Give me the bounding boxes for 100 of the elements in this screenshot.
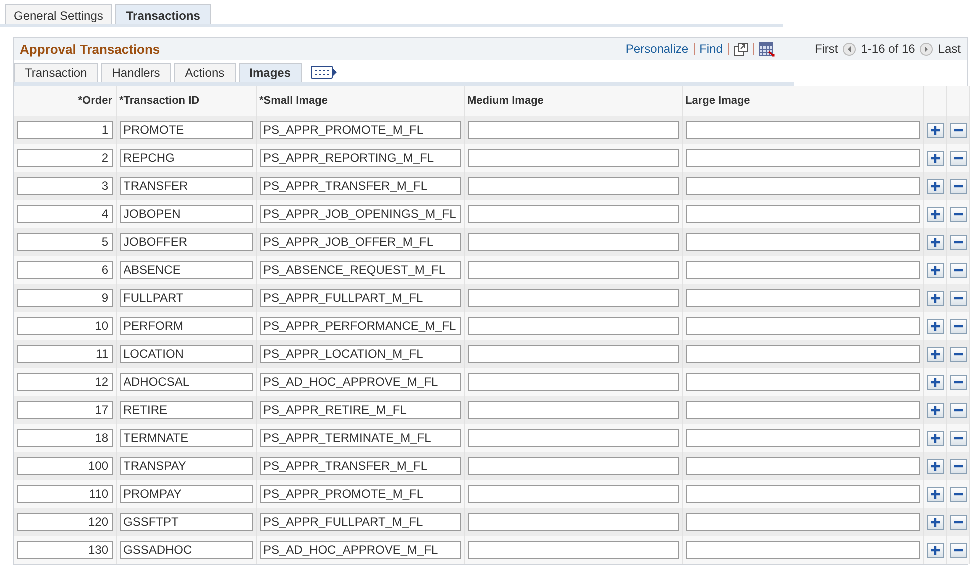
delete-row-button[interactable] — [950, 430, 966, 446]
next-icon[interactable] — [920, 42, 934, 56]
order-field[interactable]: 6 — [17, 261, 112, 279]
large-image-field[interactable] — [686, 485, 920, 503]
page-tab[interactable]: General Settings — [5, 4, 112, 24]
grid-tab[interactable]: Transaction — [14, 63, 98, 82]
transaction-id-field[interactable]: FULLPART — [120, 289, 252, 307]
add-row-button[interactable] — [926, 458, 944, 474]
small-image-field[interactable]: PS_APPR_RETIRE_M_FL — [260, 401, 460, 419]
medium-image-field[interactable] — [468, 205, 678, 223]
order-field[interactable]: 2 — [17, 149, 112, 167]
order-field[interactable]: 5 — [17, 233, 112, 251]
add-row-button[interactable] — [926, 486, 944, 502]
order-field[interactable]: 1 — [17, 121, 112, 139]
large-image-field[interactable] — [686, 261, 920, 279]
add-row-button[interactable] — [926, 374, 944, 390]
order-field[interactable]: 11 — [17, 345, 112, 363]
add-row-button[interactable] — [926, 234, 944, 250]
small-image-field[interactable]: PS_ABSENCE_REQUEST_M_FL — [260, 261, 460, 279]
medium-image-field[interactable] — [468, 457, 678, 475]
delete-row-button[interactable] — [950, 458, 966, 474]
delete-row-button[interactable] — [950, 402, 966, 418]
small-image-field[interactable]: PS_APPR_TERMINATE_M_FL — [260, 429, 460, 447]
small-image-field[interactable]: PS_AD_HOC_APPROVE_M_FL — [260, 373, 460, 391]
large-image-field[interactable] — [686, 429, 920, 447]
order-field[interactable]: 10 — [17, 317, 112, 335]
medium-image-field[interactable] — [468, 121, 678, 139]
previous-icon[interactable] — [843, 42, 856, 56]
transaction-id-field[interactable]: JOBOPEN — [120, 205, 252, 223]
small-image-field[interactable]: PS_APPR_REPORTING_M_FL — [260, 149, 460, 167]
transaction-id-field[interactable]: PROMOTE — [120, 121, 252, 139]
small-image-field[interactable]: PS_APPR_FULLPART_M_FL — [260, 289, 460, 307]
last-link[interactable]: Last — [938, 42, 961, 56]
large-image-field[interactable] — [686, 541, 920, 559]
medium-image-field[interactable] — [468, 233, 678, 251]
large-image-field[interactable] — [686, 205, 920, 223]
spreadsheet-icon[interactable] — [758, 42, 775, 56]
large-image-field[interactable] — [686, 457, 920, 475]
order-field[interactable]: 120 — [17, 513, 112, 531]
transaction-id-field[interactable]: ADHOCSAL — [120, 373, 252, 391]
large-image-field[interactable] — [686, 513, 920, 531]
small-image-field[interactable]: PS_APPR_JOB_OPENINGS_M_FL — [260, 205, 460, 223]
order-field[interactable]: 3 — [17, 177, 112, 195]
order-field[interactable]: 12 — [17, 373, 112, 391]
medium-image-field[interactable] — [468, 317, 678, 335]
add-row-button[interactable] — [926, 206, 944, 222]
delete-row-button[interactable] — [950, 486, 966, 502]
medium-image-field[interactable] — [468, 261, 678, 279]
delete-row-button[interactable] — [950, 318, 966, 334]
transaction-id-field[interactable]: RETIRE — [120, 401, 252, 419]
delete-row-button[interactable] — [950, 234, 966, 250]
grid-tab[interactable]: Actions — [174, 63, 236, 82]
delete-row-button[interactable] — [950, 206, 966, 222]
delete-row-button[interactable] — [950, 514, 966, 530]
transaction-id-field[interactable]: TRANSPAY — [120, 457, 252, 475]
medium-image-field[interactable] — [468, 541, 678, 559]
transaction-id-field[interactable]: GSSFTPT — [120, 513, 252, 531]
add-row-button[interactable] — [926, 346, 944, 362]
order-field[interactable]: 4 — [17, 205, 112, 223]
add-row-button[interactable] — [926, 262, 944, 278]
add-row-button[interactable] — [926, 178, 944, 194]
transaction-id-field[interactable]: PERFORM — [120, 317, 252, 335]
small-image-field[interactable]: PS_APPR_JOB_OFFER_M_FL — [260, 233, 460, 251]
large-image-field[interactable] — [686, 121, 920, 139]
add-row-button[interactable] — [926, 402, 944, 418]
large-image-field[interactable] — [686, 373, 920, 391]
show-all-columns-icon[interactable] — [311, 66, 338, 78]
transaction-id-field[interactable]: PROMPAY — [120, 485, 252, 503]
transaction-id-field[interactable]: REPCHG — [120, 149, 252, 167]
transaction-id-field[interactable]: GSSADHOC — [120, 541, 252, 559]
order-field[interactable]: 18 — [17, 429, 112, 447]
order-field[interactable]: 130 — [17, 541, 112, 559]
add-row-button[interactable] — [926, 318, 944, 334]
delete-row-button[interactable] — [950, 178, 966, 194]
large-image-field[interactable] — [686, 345, 920, 363]
transaction-id-field[interactable]: TRANSFER — [120, 177, 252, 195]
order-field[interactable]: 100 — [17, 457, 112, 475]
medium-image-field[interactable] — [468, 401, 678, 419]
medium-image-field[interactable] — [468, 373, 678, 391]
order-field[interactable]: 17 — [17, 401, 112, 419]
first-link[interactable]: First — [814, 42, 838, 56]
page-tab[interactable]: Transactions — [115, 4, 212, 24]
small-image-field[interactable]: PS_APPR_TRANSFER_M_FL — [260, 177, 460, 195]
grid-tab[interactable]: Images — [238, 63, 302, 82]
transaction-id-field[interactable]: LOCATION — [120, 345, 252, 363]
small-image-field[interactable]: PS_APPR_TRANSFER_M_FL — [260, 457, 460, 475]
medium-image-field[interactable] — [468, 177, 678, 195]
delete-row-button[interactable] — [950, 122, 966, 138]
add-row-button[interactable] — [926, 542, 944, 558]
toolbar-link[interactable]: Personalize — [626, 42, 689, 56]
medium-image-field[interactable] — [468, 345, 678, 363]
add-row-button[interactable] — [926, 122, 944, 138]
add-row-button[interactable] — [926, 290, 944, 306]
add-row-button[interactable] — [926, 514, 944, 530]
medium-image-field[interactable] — [468, 485, 678, 503]
grid-tab[interactable]: Handlers — [101, 63, 172, 82]
large-image-field[interactable] — [686, 233, 920, 251]
large-image-field[interactable] — [686, 401, 920, 419]
transaction-id-field[interactable]: TERMNATE — [120, 429, 252, 447]
delete-row-button[interactable] — [950, 346, 966, 362]
